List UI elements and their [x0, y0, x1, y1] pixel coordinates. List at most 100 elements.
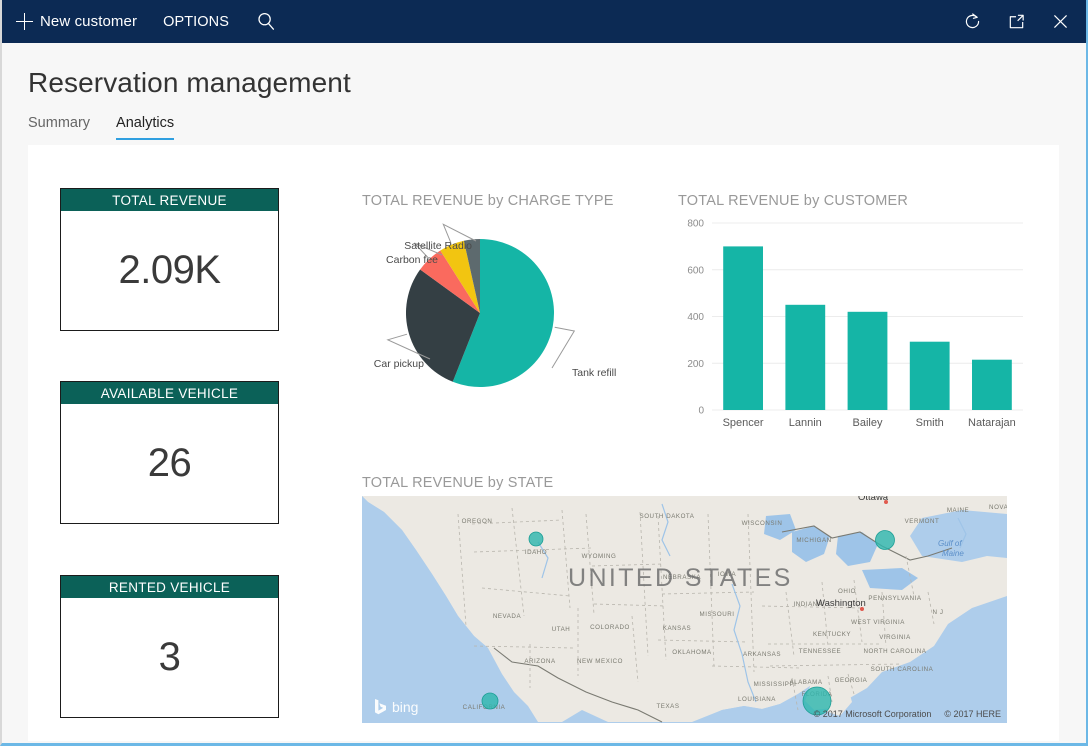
- map-state-label-vermont: VERMONT: [905, 518, 940, 525]
- chart-revenue-by-state[interactable]: TOTAL REVENUE by STATE: [362, 475, 1038, 715]
- pie-callout-line-tank-refill: [552, 327, 574, 368]
- bar-chart-svg: 0200400600800 SpencerLanninBaileySmithNa…: [678, 213, 1030, 433]
- map-canvas[interactable]: OREGON IDAHO WYOMING SOUTH DAKOTA WISCONSIN M…: [362, 496, 1007, 723]
- map-state-label-north-carolina: NORTH CAROLINA: [864, 648, 927, 655]
- map-bubble-california[interactable]: [482, 693, 498, 709]
- page-title: Reservation management: [28, 67, 351, 99]
- map-state-label-idaho: IDAHO: [525, 549, 547, 556]
- bing-logo[interactable]: bing: [374, 698, 418, 715]
- search-icon: [257, 12, 276, 31]
- bar-category-label-lannin: Lannin: [789, 417, 822, 429]
- map-state-label-nova-s: NOVA S: [989, 504, 1007, 511]
- bar-category-label-bailey: Bailey: [853, 417, 883, 429]
- options-label: OPTIONS: [163, 14, 229, 30]
- map-copyright-microsoft: © 2017 Microsoft Corporation: [814, 709, 932, 719]
- bing-logo-text: bing: [392, 699, 418, 715]
- map-state-label-wyoming: WYOMING: [582, 553, 617, 560]
- map-state-label-missouri: MISSOURI: [700, 611, 735, 618]
- page-header: Reservation management Summary Analytics: [2, 43, 1086, 148]
- bar-series: [723, 246, 1012, 410]
- tab-analytics[interactable]: Analytics: [116, 115, 174, 140]
- options-button[interactable]: OPTIONS: [151, 0, 241, 43]
- bar-category-label-smith: Smith: [916, 417, 944, 429]
- command-bar-left-group: New customer OPTIONS: [2, 0, 292, 43]
- map-state-label-wisconsin: WISCONSIN: [742, 520, 783, 527]
- kpi-card-available-vehicle[interactable]: AVAILABLE VEHICLE 26: [60, 381, 279, 524]
- bar-ytick-600: 600: [687, 265, 704, 276]
- kpi-value-total-revenue: 2.09K: [118, 248, 220, 293]
- kpi-title-total-revenue: TOTAL REVENUE: [61, 189, 278, 211]
- kpi-card-rented-vehicle[interactable]: RENTED VEHICLE 3: [60, 575, 279, 718]
- bar-category-labels: SpencerLanninBaileySmithNatarajan: [723, 417, 1016, 429]
- map-bubble-new-york[interactable]: [876, 531, 895, 550]
- bar-ytick-200: 200: [687, 359, 704, 370]
- new-customer-label: New customer: [40, 13, 137, 30]
- kpi-title-rented-vehicle: RENTED VEHICLE: [61, 576, 278, 598]
- chart-title-charge-type: TOTAL REVENUE by CHARGE TYPE: [362, 193, 614, 209]
- map-state-label-colorado: COLORADO: [590, 624, 630, 631]
- map-state-label-kentucky: KENTUCKY: [813, 631, 851, 638]
- map-state-label-oklahoma: OKLAHOMA: [672, 649, 712, 656]
- kpi-title-available-vehicle: AVAILABLE VEHICLE: [61, 382, 278, 404]
- pie-chart-svg: Tank refillCar pickupCarbon feeSatellite…: [362, 215, 652, 415]
- command-bar: New customer OPTIONS: [2, 0, 1086, 43]
- bar-lannin[interactable]: [785, 305, 825, 410]
- map-state-label-texas: TEXAS: [656, 703, 679, 710]
- kpi-body-rented-vehicle: 3: [61, 598, 278, 717]
- kpi-card-total-revenue[interactable]: TOTAL REVENUE 2.09K: [60, 188, 279, 331]
- map-state-label-ohio: OHIO: [838, 588, 856, 595]
- map-state-label-oregon: OREGON: [462, 518, 493, 525]
- bar-natarajan[interactable]: [972, 360, 1012, 410]
- popout-button[interactable]: [994, 0, 1038, 43]
- map-state-label-arizona: ARIZONA: [524, 658, 556, 665]
- bar-spencer[interactable]: [723, 246, 763, 410]
- bar-smith[interactable]: [910, 342, 950, 410]
- map-state-label-new-mexico: NEW MEXICO: [577, 658, 623, 665]
- map-bubble-idaho[interactable]: [529, 532, 543, 546]
- bar-category-label-spencer: Spencer: [723, 417, 764, 429]
- kpi-value-rented-vehicle: 3: [159, 635, 181, 680]
- map-state-label-n-j: N J: [933, 609, 944, 616]
- map-state-label-south-carolina: SOUTH CAROLINA: [871, 666, 934, 673]
- map-state-label-tennessee: TENNESSEE: [799, 648, 841, 655]
- map-state-label-pennsylvania: PENNSYLVANIA: [868, 595, 921, 602]
- bar-y-axis-ticks: 0 200 400 600 800: [687, 219, 704, 417]
- tab-summary[interactable]: Summary: [28, 115, 90, 140]
- command-bar-right-group: [950, 0, 1086, 43]
- open-in-new-window-icon: [1007, 12, 1026, 31]
- map-state-label-mississippi: MISSISSIPPI: [754, 681, 797, 688]
- map-state-label-georgia: GEORGIA: [835, 677, 868, 684]
- close-button[interactable]: [1038, 0, 1082, 43]
- map-copyright-here: © 2017 HERE: [944, 709, 1001, 719]
- map-state-label-utah: UTAH: [552, 626, 571, 633]
- map-copyright: © 2017 Microsoft Corporation © 2017 HERE: [814, 709, 1001, 719]
- bar-ytick-400: 400: [687, 312, 704, 323]
- bar-bailey[interactable]: [848, 312, 888, 410]
- map-state-label-south-dakota: SOUTH DAKOTA: [640, 513, 695, 520]
- refresh-button[interactable]: [950, 0, 994, 43]
- bar-ytick-0: 0: [698, 406, 704, 417]
- bing-icon: [374, 698, 387, 715]
- map-svg: OREGON IDAHO WYOMING SOUTH DAKOTA WISCONSIN M…: [362, 496, 1007, 723]
- analytics-content-panel: TOTAL REVENUE 2.09K AVAILABLE VEHICLE 26…: [28, 145, 1059, 741]
- application-window: New customer OPTIONS: [0, 0, 1088, 746]
- search-button[interactable]: [241, 0, 292, 43]
- map-state-label-louisiana: LOUISIANA: [738, 696, 776, 703]
- tabstrip: Summary Analytics: [28, 115, 174, 140]
- map-state-label-nevada: NEVADA: [493, 613, 522, 620]
- new-customer-button[interactable]: New customer: [2, 0, 151, 43]
- bar-ytick-800: 800: [687, 219, 704, 230]
- map-state-label-west-virginia: WEST VIRGINIA: [851, 619, 905, 626]
- map-state-label-virginia: VIRGINIA: [879, 634, 911, 641]
- pie-callout-label-carbon-fee: Carbon fee: [386, 254, 438, 266]
- refresh-icon: [963, 12, 982, 31]
- map-state-label-michigan: MICHIGAN: [796, 537, 831, 544]
- pie-callout-label-tank-refill: Tank refill: [572, 367, 616, 379]
- plus-icon: [16, 13, 33, 30]
- chart-revenue-by-customer[interactable]: TOTAL REVENUE by CUSTOMER 0200400600800 …: [678, 193, 1038, 433]
- chart-title-state: TOTAL REVENUE by STATE: [362, 475, 553, 491]
- pie-callout-label-satellite-radio: Satellite Radio: [404, 240, 472, 252]
- map-city-label-washington: Washington: [816, 598, 866, 609]
- chart-revenue-by-charge-type[interactable]: TOTAL REVENUE by CHARGE TYPE Tank refill…: [362, 193, 652, 423]
- kpi-value-available-vehicle: 26: [148, 441, 192, 486]
